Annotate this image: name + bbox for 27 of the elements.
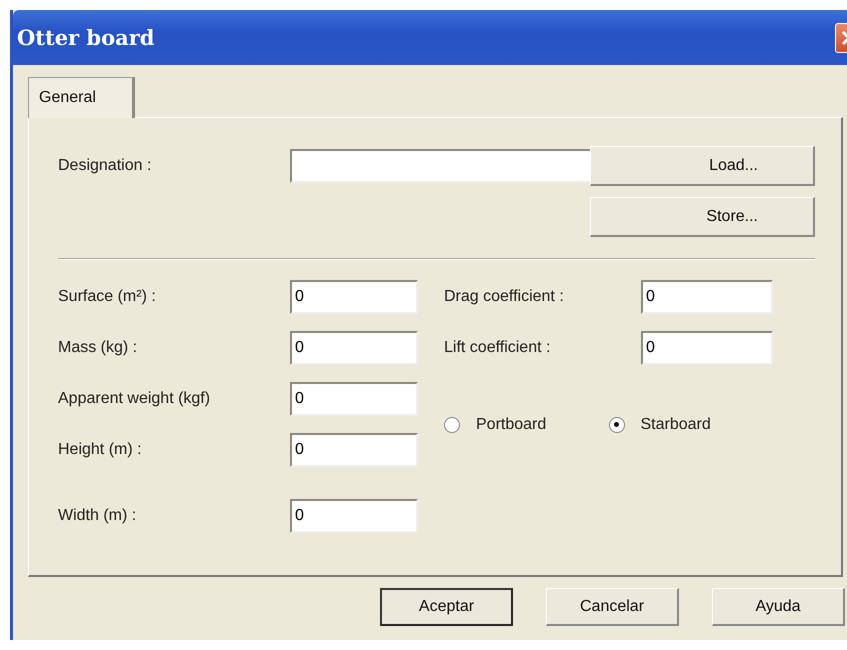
input-field[interactable]: 0 <box>290 499 418 533</box>
radio-button[interactable] <box>608 416 624 432</box>
field-label: Drag coefficient : <box>444 288 565 306</box>
dialog-button[interactable]: Ayuda <box>712 588 845 626</box>
field-label: Mass (kg) : <box>58 339 138 357</box>
radio-label: Starboard <box>640 416 711 434</box>
field-label: Surface (m²) : <box>58 288 157 306</box>
field-label: Height (m) : <box>58 441 143 459</box>
tab[interactable]: General <box>28 77 135 118</box>
field-label: Lift coefficient : <box>444 339 552 357</box>
radio-button[interactable] <box>444 416 460 432</box>
input-field[interactable]: 0 <box>290 280 418 314</box>
input-field[interactable]: 0 <box>641 280 773 314</box>
dialog-button[interactable]: Aceptar <box>380 588 513 626</box>
input-field[interactable]: 0 <box>290 433 418 467</box>
field-label: Apparent weight (kgf) <box>58 390 212 408</box>
designation-field[interactable] <box>290 149 592 183</box>
side-button[interactable]: Load... <box>590 146 815 186</box>
field-label: Width (m) : <box>58 507 138 525</box>
radio-label: Portboard <box>476 416 546 434</box>
field-label: Designation : <box>58 157 152 175</box>
window-title: Otter board <box>17 25 154 50</box>
input-field[interactable]: 0 <box>641 331 773 365</box>
dialog-button[interactable]: Cancelar <box>546 588 679 626</box>
input-field[interactable]: 0 <box>290 382 418 416</box>
input-field[interactable]: 0 <box>290 331 418 365</box>
side-button[interactable]: Store... <box>590 197 815 237</box>
